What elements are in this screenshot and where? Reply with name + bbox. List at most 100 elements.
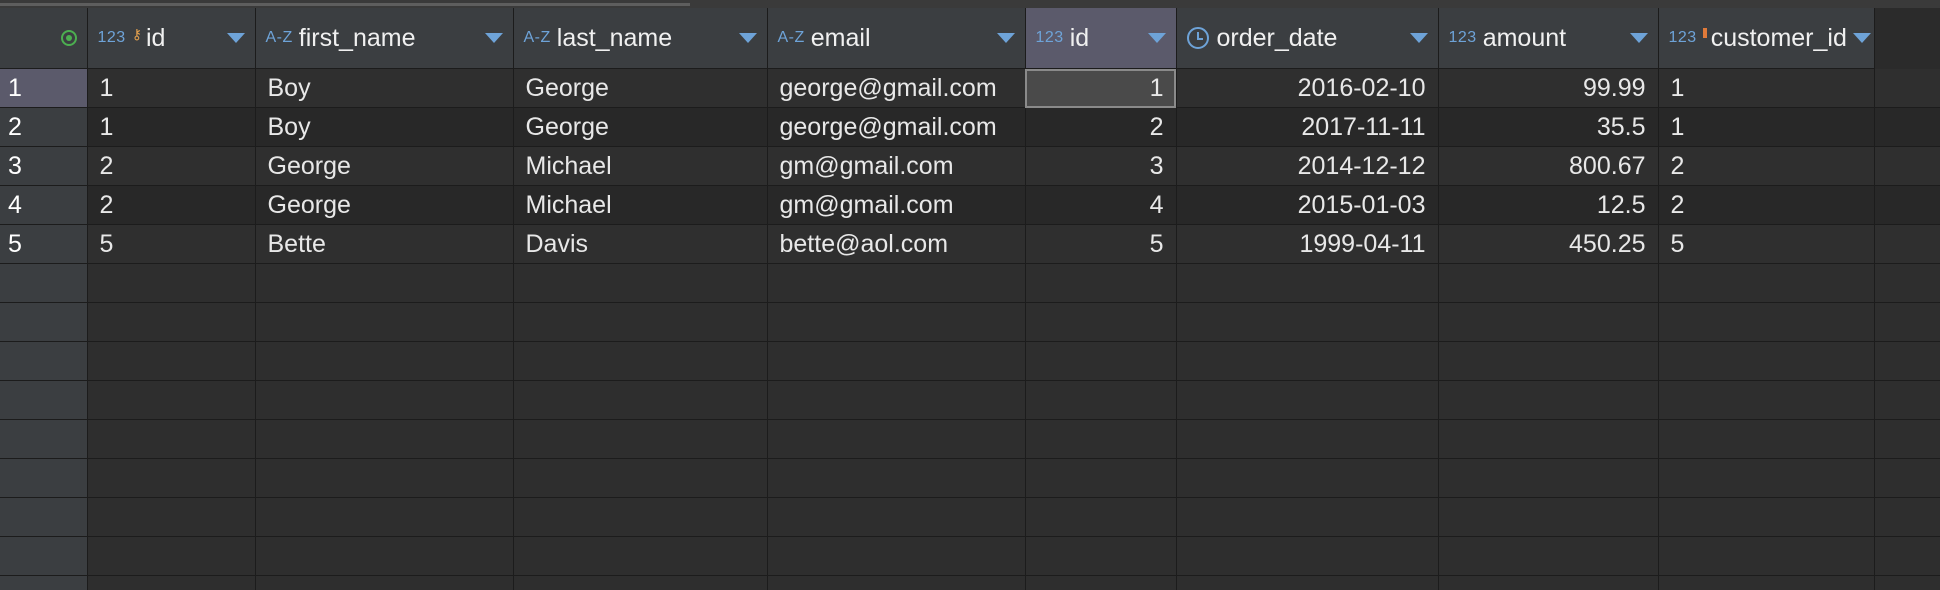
empty-cell	[1438, 536, 1659, 576]
row-number[interactable]: 5	[0, 224, 88, 264]
horizontal-scrollbar[interactable]	[0, 0, 1940, 8]
table-cell[interactable]: 2016-02-10	[1176, 68, 1439, 108]
sort-dropdown-icon[interactable]	[996, 33, 1015, 43]
empty-row	[0, 419, 1940, 459]
table-cell[interactable]: Michael	[513, 146, 768, 186]
empty-cell	[1176, 575, 1439, 590]
table-cell[interactable]: gm@gmail.com	[767, 146, 1026, 186]
table-cell[interactable]: George	[513, 107, 768, 147]
table-cell[interactable]: Boy	[255, 68, 514, 108]
row-number[interactable]: 3	[0, 146, 88, 186]
table-cell[interactable]: 1	[1658, 107, 1875, 147]
table-cell[interactable]: 450.25	[1438, 224, 1659, 264]
column-header-last-name[interactable]: A-Z last_name	[513, 8, 768, 69]
table-cell[interactable]: 2015-01-03	[1176, 185, 1439, 225]
table-cell[interactable]: 2	[87, 146, 256, 186]
column-header-order-date[interactable]: order_date	[1176, 8, 1439, 69]
column-header-first-name[interactable]: A-Z first_name	[255, 8, 514, 69]
table-cell[interactable]: bette@aol.com	[767, 224, 1026, 264]
scrollbar-thumb[interactable]	[0, 3, 690, 6]
sort-dropdown-icon[interactable]	[1629, 33, 1648, 43]
empty-row	[0, 341, 1940, 381]
table-cell[interactable]: 2	[1658, 146, 1875, 186]
table-cell[interactable]: 1	[1658, 68, 1875, 108]
table-cell[interactable]: 1	[87, 107, 256, 147]
table-cell[interactable]: 2	[87, 185, 256, 225]
table-cell[interactable]: gm@gmail.com	[767, 185, 1026, 225]
empty-cell	[1874, 302, 1940, 342]
table-row[interactable]: 1 1 Boy George george@gmail.com 1 2016-02-10 99…	[0, 68, 1940, 108]
column-header-order-id[interactable]: 123 id	[1025, 8, 1177, 69]
row-number-empty	[0, 419, 88, 459]
table-cell[interactable]: 1	[1025, 68, 1177, 108]
table-row[interactable]: 4 2 George Michael gm@gmail.com 4 2015-01-03 12…	[0, 185, 1940, 225]
empty-cell	[767, 341, 1026, 381]
empty-cell	[513, 497, 768, 537]
table-cell[interactable]: 1	[87, 68, 256, 108]
table-cell[interactable]: 2017-11-11	[1176, 107, 1439, 147]
empty-cell	[1176, 419, 1439, 459]
table-cell[interactable]: 4	[1025, 185, 1177, 225]
column-header-email[interactable]: A-Z email	[767, 8, 1026, 69]
table-cell[interactable]: 2014-12-12	[1176, 146, 1439, 186]
table-cell[interactable]: 12.5	[1438, 185, 1659, 225]
sort-dropdown-icon[interactable]	[1147, 33, 1166, 43]
sort-dropdown-icon[interactable]	[226, 33, 245, 43]
text-type-icon: A-Z	[523, 29, 551, 46]
row-status-icon	[60, 30, 77, 46]
table-cell[interactable]: 99.99	[1438, 68, 1659, 108]
column-header-customer-id[interactable]: 123 customer_id	[1658, 8, 1875, 69]
table-cell[interactable]: george@gmail.com	[767, 68, 1026, 108]
row-number-empty	[0, 302, 88, 342]
row-number[interactable]: 2	[0, 107, 88, 147]
table-cell[interactable]: Michael	[513, 185, 768, 225]
table-cell-filler	[1874, 146, 1940, 186]
table-cell[interactable]: 5	[1658, 224, 1875, 264]
table-cell[interactable]: 5	[87, 224, 256, 264]
table-cell[interactable]: george@gmail.com	[767, 107, 1026, 147]
empty-cell	[255, 263, 514, 303]
sort-dropdown-icon[interactable]	[1852, 33, 1871, 43]
table-cell-filler	[1874, 185, 1940, 225]
column-header-id[interactable]: 123 ⚷ id	[87, 8, 256, 69]
table-cell[interactable]: 3	[1025, 146, 1177, 186]
empty-cell	[513, 302, 768, 342]
empty-cell	[255, 380, 514, 420]
table-cell[interactable]: 1999-04-11	[1176, 224, 1439, 264]
sort-dropdown-icon[interactable]	[1409, 33, 1428, 43]
empty-cell	[1176, 341, 1439, 381]
table-cell[interactable]: 5	[1025, 224, 1177, 264]
table-row[interactable]: 2 1 Boy George george@gmail.com 2 2017-11-11 35…	[0, 107, 1940, 147]
table-cell[interactable]: 2	[1658, 185, 1875, 225]
table-row[interactable]: 3 2 George Michael gm@gmail.com 3 2014-12-12 80…	[0, 146, 1940, 186]
row-header-corner[interactable]	[0, 8, 88, 69]
table-cell[interactable]: George	[255, 185, 514, 225]
row-number[interactable]: 4	[0, 185, 88, 225]
column-header-amount[interactable]: 123 amount	[1438, 8, 1659, 69]
sort-dropdown-icon[interactable]	[738, 33, 757, 43]
table-cell[interactable]: 800.67	[1438, 146, 1659, 186]
table-cell[interactable]: 35.5	[1438, 107, 1659, 147]
column-header-label: customer_id	[1710, 23, 1847, 52]
sort-dropdown-icon[interactable]	[484, 33, 503, 43]
empty-cell	[1874, 419, 1940, 459]
empty-cell	[513, 575, 768, 590]
empty-cell	[513, 458, 768, 498]
table-cell[interactable]: George	[255, 146, 514, 186]
empty-cell	[767, 536, 1026, 576]
table-body: 1 1 Boy George george@gmail.com 1 2016-02-10 99…	[0, 68, 1940, 590]
table-cell[interactable]: Bette	[255, 224, 514, 264]
empty-cell	[767, 302, 1026, 342]
table-cell[interactable]: Davis	[513, 224, 768, 264]
empty-cell	[1874, 263, 1940, 303]
table-cell[interactable]: 2	[1025, 107, 1177, 147]
table-cell[interactable]: George	[513, 68, 768, 108]
column-header-label: email	[810, 23, 871, 52]
empty-cell	[1025, 458, 1177, 498]
empty-cell	[1025, 575, 1177, 590]
table-cell[interactable]: Boy	[255, 107, 514, 147]
empty-cell	[767, 263, 1026, 303]
row-number[interactable]: 1	[0, 68, 88, 108]
empty-cell	[1438, 380, 1659, 420]
table-row[interactable]: 5 5 Bette Davis bette@aol.com 5 1999-04-11 450.…	[0, 224, 1940, 264]
